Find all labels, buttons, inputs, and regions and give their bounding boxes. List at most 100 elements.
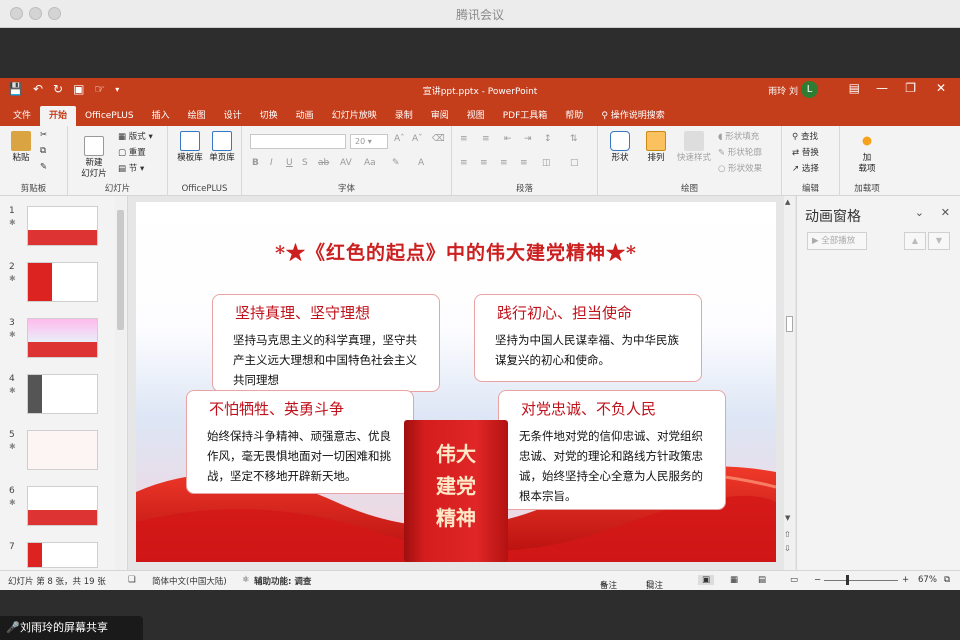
bullets-icon[interactable]: ≡ (460, 134, 468, 144)
decrease-font-icon[interactable]: Aˇ (412, 134, 423, 144)
template-lib-button[interactable]: 模板库 (174, 131, 206, 164)
smartart-icon[interactable]: □ (570, 158, 579, 168)
card-courage[interactable]: 不怕牺牲、英勇斗争 始终保持斗争精神、顽强意志、优良作风，毫无畏惧地面对一切困难… (186, 390, 414, 494)
font-name-combo[interactable] (250, 134, 346, 149)
increase-font-icon[interactable]: Aˆ (394, 134, 405, 144)
accessibility-status[interactable]: 辅助功能: 调查 (254, 575, 311, 587)
justify-icon[interactable]: ≡ (520, 158, 528, 168)
shapes-button[interactable]: 形状 (606, 131, 634, 164)
editor-scrollbar[interactable]: ▲ ▼ ⇧ ⇩ (784, 196, 795, 570)
tab-review[interactable]: 审阅 (422, 106, 458, 126)
slideshow-icon[interactable]: ▭ (790, 575, 798, 585)
card-mission[interactable]: 践行初心、担当使命 坚持为中国人民谋幸福、为中华民族谋复兴的初心和使命。 (474, 294, 702, 382)
align-center-icon[interactable]: ≡ (480, 158, 488, 168)
numbering-icon[interactable]: ≡ (482, 134, 490, 144)
tab-draw[interactable]: 绘图 (179, 106, 215, 126)
card-loyalty[interactable]: 对党忠诚、不负人民 无条件地对党的信仰忠诚、对党组织忠诚、对党的理论和路线方针政… (498, 390, 726, 510)
chevron-down-icon[interactable]: ⌄ (915, 206, 924, 219)
slide-sorter-icon[interactable]: ▦ (730, 575, 738, 585)
quick-styles-button[interactable]: 快速样式 (674, 131, 714, 164)
tell-me-search[interactable]: ⚲ 操作说明搜索 (592, 106, 673, 126)
font-size-combo[interactable]: 20 ▾ (350, 134, 388, 149)
align-left-icon[interactable]: ≡ (460, 158, 468, 168)
previous-slide-icon[interactable]: ⇧ (784, 530, 791, 539)
avatar[interactable]: L (801, 81, 818, 98)
tab-file[interactable]: 文件 (4, 106, 40, 126)
zoom-in-icon[interactable]: + (902, 575, 909, 585)
language-status[interactable]: 简体中文(中国大陆) (152, 575, 227, 587)
section-button[interactable]: ▤ 节 ▾ (118, 162, 144, 174)
font-color-icon[interactable]: A (418, 158, 424, 168)
ribbon-display-icon[interactable]: ▤ (849, 81, 860, 95)
tab-record[interactable]: 录制 (386, 106, 422, 126)
scroll-up-icon[interactable]: ▲ (785, 198, 790, 206)
user-name[interactable]: 雨玲 刘 (768, 84, 798, 97)
tab-home[interactable]: 开始 (40, 106, 77, 126)
close-icon[interactable]: ✕ (936, 81, 946, 95)
tab-help[interactable]: 帮助 (556, 106, 592, 126)
tab-officeplus[interactable]: OfficePLUS (76, 106, 143, 126)
red-book-graphic[interactable]: 伟大 建党 精神 (404, 420, 508, 562)
close-pane-icon[interactable]: ✕ (941, 206, 950, 219)
paste-button[interactable]: 粘贴 (6, 131, 36, 164)
italic-icon[interactable]: I (270, 158, 273, 168)
slide-thumbnail[interactable] (27, 430, 98, 470)
format-painter-icon[interactable]: ✎ (40, 162, 47, 172)
scroll-down-icon[interactable]: ▼ (785, 514, 790, 522)
restore-icon[interactable]: ❐ (905, 81, 916, 95)
move-up-button[interactable]: ▲ (904, 232, 926, 250)
reading-view-icon[interactable]: ▤ (758, 575, 766, 585)
layout-button[interactable]: ▦ 版式 ▾ (118, 130, 153, 142)
underline-icon[interactable]: U (286, 158, 293, 168)
slide-thumbnail[interactable] (27, 374, 98, 414)
slide-thumbnail[interactable] (27, 318, 98, 358)
bold-icon[interactable]: B (252, 158, 259, 168)
addins-button[interactable]: 加 载项 (852, 131, 882, 175)
thumbnail-scrollbar[interactable] (115, 196, 126, 570)
increase-indent-icon[interactable]: ⇥ (524, 134, 532, 144)
shadow-icon[interactable]: S (302, 158, 308, 168)
accessibility-icon[interactable]: ⚛ (242, 575, 250, 585)
minimize-icon[interactable]: — (876, 81, 888, 95)
decrease-indent-icon[interactable]: ⇤ (504, 134, 512, 144)
zoom-slider[interactable] (824, 580, 898, 581)
slide-thumbnail[interactable] (27, 206, 98, 246)
next-slide-icon[interactable]: ⇩ (784, 544, 791, 553)
screen-share-badge[interactable]: 🎤 刘雨玲的屏幕共享 (0, 616, 143, 640)
single-page-lib-button[interactable]: 单页库 (206, 131, 238, 164)
highlight-icon[interactable]: ✎ (392, 158, 400, 168)
replace-button[interactable]: ⇄ 替换 (792, 146, 819, 158)
zoom-slider-thumb[interactable] (846, 575, 849, 585)
tab-slideshow[interactable]: 幻灯片放映 (323, 106, 386, 126)
columns-icon[interactable]: ◫ (542, 158, 551, 168)
tab-transitions[interactable]: 切换 (251, 106, 287, 126)
align-right-icon[interactable]: ≡ (500, 158, 508, 168)
tab-animations[interactable]: 动画 (287, 106, 323, 126)
shape-fill-button[interactable]: ◖ 形状填充 (718, 130, 759, 142)
move-down-button[interactable]: ▼ (928, 232, 950, 250)
editor-scroll-thumb[interactable] (786, 316, 793, 332)
clear-format-icon[interactable]: ⌫ (432, 134, 445, 144)
new-slide-button[interactable]: 新建 幻灯片 (74, 136, 114, 180)
card-truth-ideal[interactable]: 坚持真理、坚守理想 坚持马克思主义的科学真理，坚守共产主义远大理想和中国特色社会… (212, 294, 440, 392)
zoom-level[interactable]: 67% (918, 575, 937, 585)
line-spacing-icon[interactable]: ↕ (544, 134, 552, 144)
slide-thumbnail[interactable] (27, 262, 98, 302)
tab-insert[interactable]: 插入 (143, 106, 179, 126)
fit-to-window-icon[interactable]: ⧉ (944, 575, 950, 585)
slide-thumbnail[interactable] (27, 542, 98, 568)
spellcheck-icon[interactable]: ❏ (128, 575, 136, 585)
tab-pdf-tools[interactable]: PDF工具箱 (494, 106, 557, 126)
slide-canvas[interactable]: *★《红色的起点》中的伟大建党精神★* 坚持真理、坚守理想 坚持马克思主义的科学… (136, 202, 776, 562)
tab-view[interactable]: 视图 (458, 106, 494, 126)
char-spacing-icon[interactable]: AV (340, 158, 352, 168)
arrange-button[interactable]: 排列 (642, 131, 670, 164)
zoom-out-icon[interactable]: − (814, 575, 821, 585)
reset-button[interactable]: ▢ 重置 (118, 146, 146, 158)
slide-title[interactable]: *★《红色的起点》中的伟大建党精神★* (136, 238, 776, 265)
strikethrough-icon[interactable]: ab (318, 158, 329, 168)
tab-design[interactable]: 设计 (215, 106, 251, 126)
slide-thumbnail[interactable] (27, 486, 98, 526)
shape-outline-button[interactable]: ✎ 形状轮廓 (718, 146, 762, 158)
normal-view-icon[interactable]: ▣ (698, 575, 715, 585)
